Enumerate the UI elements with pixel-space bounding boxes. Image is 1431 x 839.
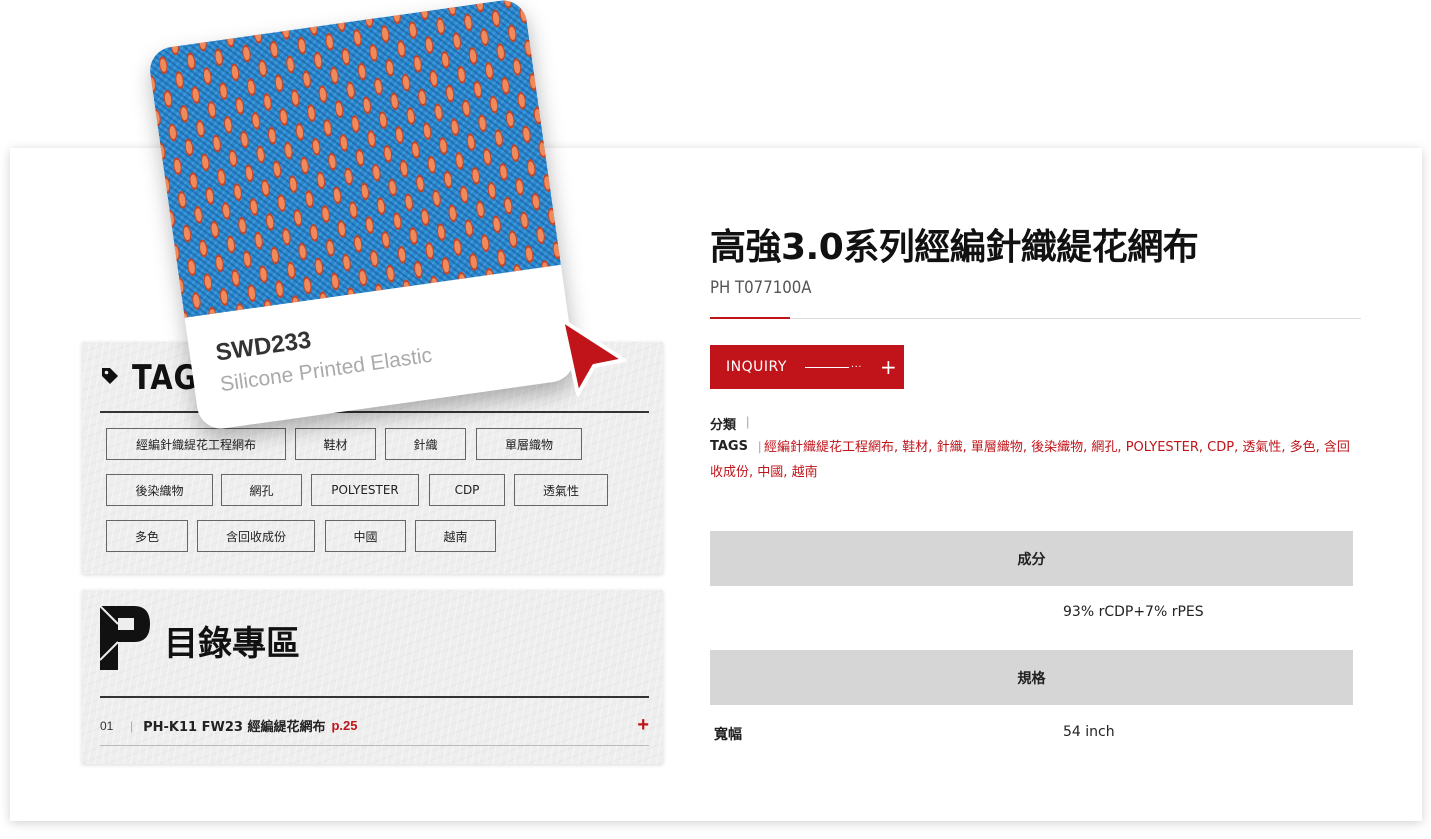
catalog-expand-plus-icon[interactable]: + <box>637 714 649 737</box>
composition-row: 93% rCDP+7% rPES <box>710 604 1353 634</box>
catalog-item-number: 01 <box>100 718 114 733</box>
tag-chip[interactable]: 多色 <box>106 520 188 552</box>
tag-chip[interactable]: 透氣性 <box>514 474 608 506</box>
catalog-item-separator: | <box>130 718 134 733</box>
tag-chip[interactable]: 越南 <box>415 520 496 552</box>
width-value: 54 inch <box>1063 724 1115 740</box>
tag-link[interactable]: 經編針織緹花工程網布 <box>764 440 894 455</box>
fabric-card[interactable]: SWD233 Silicone Printed Elastic <box>147 0 577 432</box>
category-label: 分類 <box>710 418 737 433</box>
tag-link[interactable]: 中國 <box>757 465 783 480</box>
width-label: 寬幅 <box>714 727 742 743</box>
width-row: 寬幅 54 inch <box>710 724 1353 754</box>
catalog-heading-text: 目錄專區 <box>164 624 300 664</box>
tag-chip[interactable]: 含回收成份 <box>197 520 315 552</box>
title-divider <box>710 318 1361 319</box>
inquiry-plus-icon: + <box>879 355 898 379</box>
catalog-logo-icon <box>99 604 152 677</box>
tag-link[interactable]: 鞋材 <box>902 440 928 455</box>
catalog-heading: 目錄專區 <box>99 604 300 677</box>
catalog-item-page: p.25 <box>331 718 358 733</box>
product-code: PH T077100A <box>710 278 812 298</box>
tag-link[interactable]: CDP <box>1207 440 1234 455</box>
tag-link[interactable]: 後染織物 <box>1031 440 1083 455</box>
catalog-panel: 目錄專區 01 | PH-K11 FW23 經編緹花網布 p.25 + <box>82 590 663 764</box>
tag-chip[interactable]: 後染織物 <box>106 474 213 506</box>
catalog-item[interactable]: 01 | PH-K11 FW23 經編緹花網布 p.25 + <box>100 706 649 746</box>
tags-list: 經編針織緹花工程網布, 鞋材, 針織, 單層織物, 後染織物, 網孔, POLY… <box>710 440 1350 480</box>
tag-link[interactable]: 網孔 <box>1091 440 1117 455</box>
tag-link[interactable]: 單層織物 <box>971 440 1023 455</box>
cursor-arrow-icon <box>558 316 628 398</box>
composition-header: 成分 <box>710 531 1353 586</box>
inquiry-label: INQUIRY <box>726 359 787 375</box>
tag-chip[interactable]: POLYESTER <box>311 474 419 506</box>
tag-chip[interactable]: 經編針織緹花工程網布 <box>106 428 286 460</box>
category-separator: | <box>746 414 750 429</box>
tag-chip[interactable]: 單層織物 <box>476 428 582 460</box>
catalog-item-name: PH-K11 FW23 經編緹花網布 <box>143 720 326 735</box>
tag-link[interactable]: 越南 <box>792 465 818 480</box>
inquiry-dots: ··· <box>850 361 862 373</box>
product-title: 高強3.0系列經編針織緹花網布 <box>710 227 1199 268</box>
category-row: 分類 | <box>710 414 761 433</box>
catalog-divider <box>100 696 649 698</box>
tag-heading-text: TAG <box>132 358 199 398</box>
title-divider-accent <box>710 317 790 319</box>
inquiry-line <box>804 366 849 368</box>
inquiry-button[interactable]: INQUIRY ··· + <box>710 345 904 389</box>
tag-chip[interactable]: 鞋材 <box>295 428 376 460</box>
fabric-swatch-image <box>147 0 561 318</box>
tag-chip[interactable]: 網孔 <box>221 474 302 506</box>
tag-chip[interactable]: CDP <box>429 474 505 506</box>
tag-link[interactable]: 多色 <box>1290 440 1316 455</box>
tag-chip[interactable]: 中國 <box>325 520 406 552</box>
spec-header: 規格 <box>710 650 1353 705</box>
composition-value: 93% rCDP+7% rPES <box>1063 604 1204 620</box>
tag-divider <box>100 411 649 413</box>
tag-link[interactable]: POLYESTER <box>1126 440 1199 455</box>
tag-icon <box>100 366 120 391</box>
tag-link[interactable]: 針織 <box>937 440 963 455</box>
tag-link[interactable]: 透氣性 <box>1242 440 1281 455</box>
tag-chip[interactable]: 針織 <box>385 428 466 460</box>
